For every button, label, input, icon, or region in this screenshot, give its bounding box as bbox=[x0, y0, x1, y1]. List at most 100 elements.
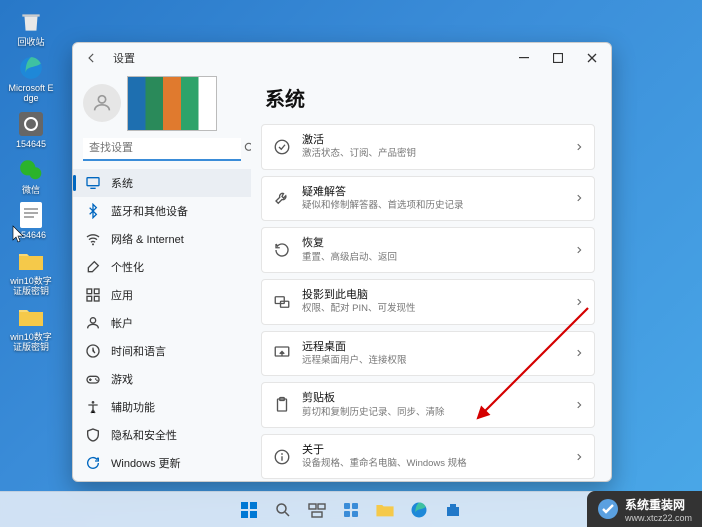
text-file-icon bbox=[17, 201, 45, 229]
sidebar-item-accounts[interactable]: 帐户 bbox=[73, 309, 251, 337]
info-icon bbox=[272, 447, 292, 467]
watermark-logo-icon bbox=[597, 498, 619, 520]
wrench-icon bbox=[272, 188, 292, 208]
apps-icon bbox=[85, 287, 101, 303]
card-subtitle: 剪切和复制历史记录、同步、清除 bbox=[302, 407, 564, 419]
avatar bbox=[83, 84, 121, 122]
chevron-right-icon bbox=[574, 245, 584, 255]
task-view[interactable] bbox=[303, 496, 331, 524]
close-button[interactable] bbox=[575, 44, 609, 72]
desktop-icon-file1[interactable]: 154645 bbox=[6, 108, 56, 152]
taskbar-explorer[interactable] bbox=[371, 496, 399, 524]
sidebar-item-apps[interactable]: 应用 bbox=[73, 281, 251, 309]
setting-card-troubleshoot[interactable]: 疑难解答疑似和修制解答器、首选项和历史记录 bbox=[261, 176, 595, 222]
search-box[interactable] bbox=[83, 138, 241, 161]
desktop-icon-folder1[interactable]: win10数字证版密钥 bbox=[6, 245, 56, 299]
card-title: 疑难解答 bbox=[302, 185, 564, 199]
setting-card-activation[interactable]: 激活激活状态、订阅、产品密钥 bbox=[261, 124, 595, 170]
card-subtitle: 激活状态、订阅、产品密钥 bbox=[302, 148, 564, 160]
sidebar-item-bluetooth[interactable]: 蓝牙和其他设备 bbox=[73, 197, 251, 225]
brush-icon bbox=[85, 259, 101, 275]
chevron-right-icon bbox=[574, 348, 584, 358]
update-icon bbox=[85, 455, 101, 471]
settings-window: 设置 系统蓝牙和其他设备网络 & Internet 个性化应用帐户时间和语言游戏辅… bbox=[72, 42, 612, 482]
minimize-button[interactable] bbox=[507, 44, 541, 72]
chevron-right-icon bbox=[574, 142, 584, 152]
wechat-icon bbox=[17, 156, 45, 184]
window-title: 设置 bbox=[113, 50, 135, 66]
card-subtitle: 疑似和修制解答器、首选项和历史记录 bbox=[302, 200, 564, 212]
setting-card-about[interactable]: 关于设备规格、重命名电脑、Windows 规格 bbox=[261, 434, 595, 480]
taskbar-search[interactable] bbox=[269, 496, 297, 524]
desktop-icons-column: 回收站 Microsoft Edge 154645 微信 154646 win1… bbox=[6, 6, 56, 355]
desktop-icon-recycle-bin[interactable]: 回收站 bbox=[6, 6, 56, 50]
card-subtitle: 远程桌面用户、连接权限 bbox=[302, 355, 564, 367]
back-button[interactable] bbox=[79, 45, 105, 71]
sidebar-item-personalize[interactable]: 个性化 bbox=[73, 253, 251, 281]
card-subtitle: 设备规格、重命名电脑、Windows 规格 bbox=[302, 458, 564, 470]
card-title: 恢复 bbox=[302, 236, 564, 250]
content-pane[interactable]: 系统 激活激活状态、订阅、产品密钥疑难解答疑似和修制解答器、首选项和历史记录恢复… bbox=[251, 73, 611, 481]
sidebar-item-label: 游戏 bbox=[111, 371, 133, 387]
sidebar-item-network[interactable]: 网络 & Internet bbox=[73, 225, 251, 253]
monitor-icon bbox=[85, 175, 101, 191]
desktop-icon-wechat[interactable]: 微信 bbox=[6, 154, 56, 198]
desktop-icon-file2[interactable]: 154646 bbox=[6, 199, 56, 243]
profile-area[interactable] bbox=[73, 73, 251, 134]
sidebar-item-label: 网络 & Internet bbox=[111, 231, 184, 247]
sidebar-item-system[interactable]: 系统 bbox=[73, 169, 251, 197]
setting-card-clipboard[interactable]: 剪贴板剪切和复制历史记录、同步、清除 bbox=[261, 382, 595, 428]
widgets[interactable] bbox=[337, 496, 365, 524]
sidebar-item-label: 帐户 bbox=[111, 315, 133, 331]
taskbar-edge[interactable] bbox=[405, 496, 433, 524]
maximize-button[interactable] bbox=[541, 44, 575, 72]
sidebar-item-label: 系统 bbox=[111, 175, 133, 191]
sidebar-item-time[interactable]: 时间和语言 bbox=[73, 337, 251, 365]
card-title: 远程桌面 bbox=[302, 340, 564, 354]
shield-icon bbox=[85, 427, 101, 443]
gamepad-icon bbox=[85, 371, 101, 387]
start-button[interactable] bbox=[235, 496, 263, 524]
clipboard-icon bbox=[272, 395, 292, 415]
titlebar: 设置 bbox=[73, 43, 611, 73]
setting-card-project[interactable]: 投影到此电脑权限、配对 PIN、可发现性 bbox=[261, 279, 595, 325]
accessibility-icon bbox=[85, 399, 101, 415]
chevron-right-icon bbox=[574, 452, 584, 462]
remote-icon bbox=[272, 343, 292, 363]
chevron-right-icon bbox=[574, 400, 584, 410]
sidebar-nav: 系统蓝牙和其他设备网络 & Internet 个性化应用帐户时间和语言游戏辅助功能… bbox=[73, 165, 251, 481]
taskbar-store[interactable] bbox=[439, 496, 467, 524]
card-title: 投影到此电脑 bbox=[302, 288, 564, 302]
watermark-url: www.xtcz22.com bbox=[625, 513, 692, 523]
search-icon bbox=[237, 141, 251, 155]
sidebar-item-gaming[interactable]: 游戏 bbox=[73, 365, 251, 393]
desktop-icon-edge[interactable]: Microsoft Edge bbox=[6, 52, 56, 106]
setting-card-recovery[interactable]: 恢复重置、高级启动、返回 bbox=[261, 227, 595, 273]
window-controls bbox=[507, 44, 609, 72]
folder-icon bbox=[17, 247, 45, 275]
sidebar: 系统蓝牙和其他设备网络 & Internet 个性化应用帐户时间和语言游戏辅助功能… bbox=[73, 73, 251, 481]
card-title: 关于 bbox=[302, 443, 564, 457]
desktop-icon-folder2[interactable]: win10数字证版密钥 bbox=[6, 301, 56, 355]
folder-icon bbox=[17, 303, 45, 331]
card-title: 剪贴板 bbox=[302, 391, 564, 405]
edge-icon bbox=[17, 54, 45, 82]
sidebar-item-label: Windows 更新 bbox=[111, 455, 181, 471]
search-input[interactable] bbox=[83, 138, 237, 158]
bluetooth-icon bbox=[85, 203, 101, 219]
project-icon bbox=[272, 292, 292, 312]
sidebar-item-label: 辅助功能 bbox=[111, 399, 155, 415]
recycle-bin-icon bbox=[17, 8, 45, 36]
check-icon bbox=[272, 137, 292, 157]
user-icon bbox=[85, 315, 101, 331]
sidebar-item-label: 个性化 bbox=[111, 259, 144, 275]
sidebar-item-label: 蓝牙和其他设备 bbox=[111, 203, 188, 219]
sidebar-item-update[interactable]: Windows 更新 bbox=[73, 449, 251, 477]
setting-card-remote[interactable]: 远程桌面远程桌面用户、连接权限 bbox=[261, 331, 595, 377]
sidebar-item-accessibility[interactable]: 辅助功能 bbox=[73, 393, 251, 421]
watermark-brand: 系统重装网 bbox=[625, 498, 685, 512]
card-title: 激活 bbox=[302, 133, 564, 147]
sidebar-item-label: 时间和语言 bbox=[111, 343, 166, 359]
chevron-right-icon bbox=[574, 297, 584, 307]
sidebar-item-privacy[interactable]: 隐私和安全性 bbox=[73, 421, 251, 449]
